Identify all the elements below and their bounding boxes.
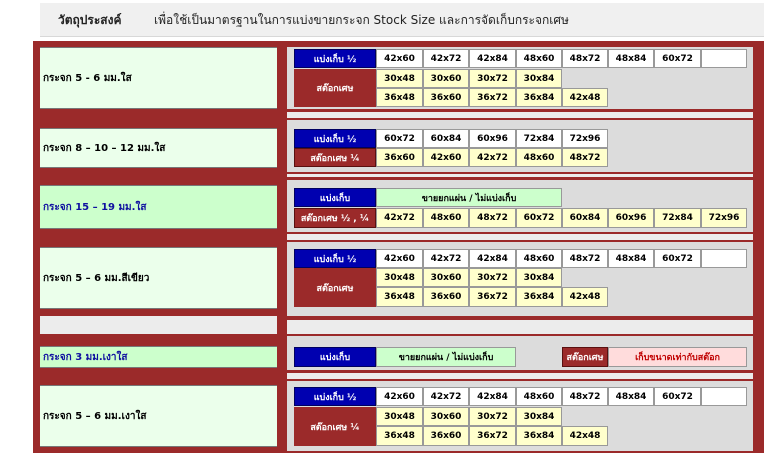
size-cell: 72x96: [562, 129, 608, 148]
size-cell: [701, 49, 747, 68]
size-cell: 48x72: [562, 249, 608, 268]
scrap-cell: 42x72: [469, 148, 516, 167]
scrap-cell: 48x60: [516, 148, 562, 167]
cut-label: แบ่งเก็บ: [294, 188, 376, 207]
scrap-cell: 36x48: [376, 426, 423, 446]
scrap-cell: 48x60: [423, 208, 469, 228]
scrap-cell: 60x72: [516, 208, 562, 228]
scrap-cell: 48x72: [562, 148, 608, 167]
scrap-cell: 30x84: [516, 407, 562, 426]
scrap-cell: 42x72: [376, 208, 423, 228]
scrap-cell: 30x60: [423, 407, 469, 426]
scrap-cell: 30x48: [376, 407, 423, 426]
size-cell: 42x84: [469, 249, 516, 268]
size-cell: 48x60: [516, 49, 562, 68]
separator-bar: [287, 112, 753, 118]
size-cell: 48x72: [562, 387, 608, 406]
size-cell: 42x60: [376, 49, 423, 68]
scrap-cell: 36x60: [423, 426, 469, 446]
separator-bar: [287, 174, 753, 177]
scrap-cell: 60x84: [562, 208, 608, 228]
section-title: กระจก 5 – 6 มม.เงาใส: [40, 385, 277, 447]
cut-label: แบ่งเก็บ: [294, 347, 376, 367]
size-cell: 48x84: [608, 49, 654, 68]
size-cell: 60x72: [654, 387, 701, 406]
size-cell: 60x72: [654, 249, 701, 268]
no-cut-note: ขายยกแผ่น / ไม่แบ่งเก็บ: [376, 347, 516, 367]
scrap-cell: 30x72: [469, 69, 516, 88]
size-cell: 60x72: [654, 49, 701, 68]
no-cut-note: ขายยกแผ่น / ไม่แบ่งเก็บ: [376, 188, 562, 207]
section-title: กระจก 5 - 6 มม.ใส: [40, 47, 277, 109]
size-cell: 42x60: [376, 249, 423, 268]
scrap-cell: 30x84: [516, 69, 562, 88]
objective-text: เพื่อใช้เป็นมาตรฐานในการแบ่งขายกระจก Sto…: [154, 13, 569, 27]
scrap-cell: 36x84: [516, 426, 562, 446]
section-title: กระจก 15 – 19 มม.ใส: [40, 185, 277, 229]
size-cell: 48x72: [562, 49, 608, 68]
cut-label: แบ่งเก็บ ½: [294, 387, 376, 406]
scrap-cell: 30x48: [376, 69, 423, 88]
separator-bar: [40, 316, 277, 334]
scrap-cell: 30x60: [423, 268, 469, 287]
scrap-cell: 36x48: [376, 287, 423, 307]
scrap-cell: 30x72: [469, 268, 516, 287]
scrap-cell: 36x72: [469, 287, 516, 307]
size-cell: [701, 249, 747, 268]
size-cell: 60x84: [423, 129, 469, 148]
scrap-cell: 42x48: [562, 287, 608, 307]
scrap-cell: 36x60: [423, 88, 469, 107]
separator-bar: [287, 373, 753, 379]
scrap-note: เก็บขนาดเท่ากับสต๊อก: [608, 347, 747, 367]
size-cell: [701, 387, 747, 406]
scrap-cell: 30x72: [469, 407, 516, 426]
scrap-cell: 36x84: [516, 287, 562, 307]
scrap-label: สต๊อกเศษ: [294, 69, 376, 107]
scrap-cell: 42x60: [423, 148, 469, 167]
cut-label: แบ่งเก็บ ½: [294, 49, 376, 68]
scrap-cell: 36x84: [516, 88, 562, 107]
size-cell: 60x96: [469, 129, 516, 148]
size-cell: 42x72: [423, 249, 469, 268]
size-cell: 42x72: [423, 49, 469, 68]
section-title: กระจก 8 – 10 – 12 มม.ใส: [40, 128, 277, 168]
scrap-label: สต๊อกเศษ: [562, 347, 608, 367]
scrap-cell: 36x72: [469, 426, 516, 446]
size-cell: 42x84: [469, 49, 516, 68]
scrap-cell: 30x48: [376, 268, 423, 287]
scrap-cell: 36x72: [469, 88, 516, 107]
scrap-cell: 36x60: [423, 287, 469, 307]
scrap-cell: 72x84: [654, 208, 701, 228]
cut-label: แบ่งเก็บ ½: [294, 129, 376, 148]
separator-bar: [287, 234, 753, 240]
size-cell: 42x72: [423, 387, 469, 406]
scrap-label: สต๊อกเศษ ½ , ¼: [294, 208, 376, 228]
scrap-label: สต๊อกเศษ ¼: [294, 407, 376, 446]
scrap-cell: 60x96: [608, 208, 654, 228]
separator-bar: [287, 320, 753, 334]
size-cell: 48x60: [516, 387, 562, 406]
section-title: กระจก 5 – 6 มม.สีเขียว: [40, 247, 277, 309]
size-cell: 60x72: [376, 129, 423, 148]
scrap-cell: 48x72: [469, 208, 516, 228]
scrap-cell: 30x84: [516, 268, 562, 287]
scrap-label: สต๊อกเศษ ¼: [294, 148, 376, 167]
scrap-cell: 42x48: [562, 88, 608, 107]
objective-label: วัตถุประสงค์: [58, 13, 122, 27]
scrap-label: สต๊อกเศษ: [294, 268, 376, 307]
size-cell: 72x84: [516, 129, 562, 148]
scrap-cell: 36x60: [376, 148, 423, 167]
cut-label: แบ่งเก็บ ½: [294, 249, 376, 268]
size-cell: 48x84: [608, 387, 654, 406]
scrap-cell: 30x60: [423, 69, 469, 88]
scrap-cell: 72x96: [701, 208, 747, 228]
scrap-cell: 36x48: [376, 88, 423, 107]
size-cell: 48x60: [516, 249, 562, 268]
size-cell: 42x60: [376, 387, 423, 406]
section-title: กระจก 3 มม.เงาใส: [40, 346, 277, 368]
scrap-cell: 42x48: [562, 426, 608, 446]
size-cell: 48x84: [608, 249, 654, 268]
size-cell: 42x84: [469, 387, 516, 406]
